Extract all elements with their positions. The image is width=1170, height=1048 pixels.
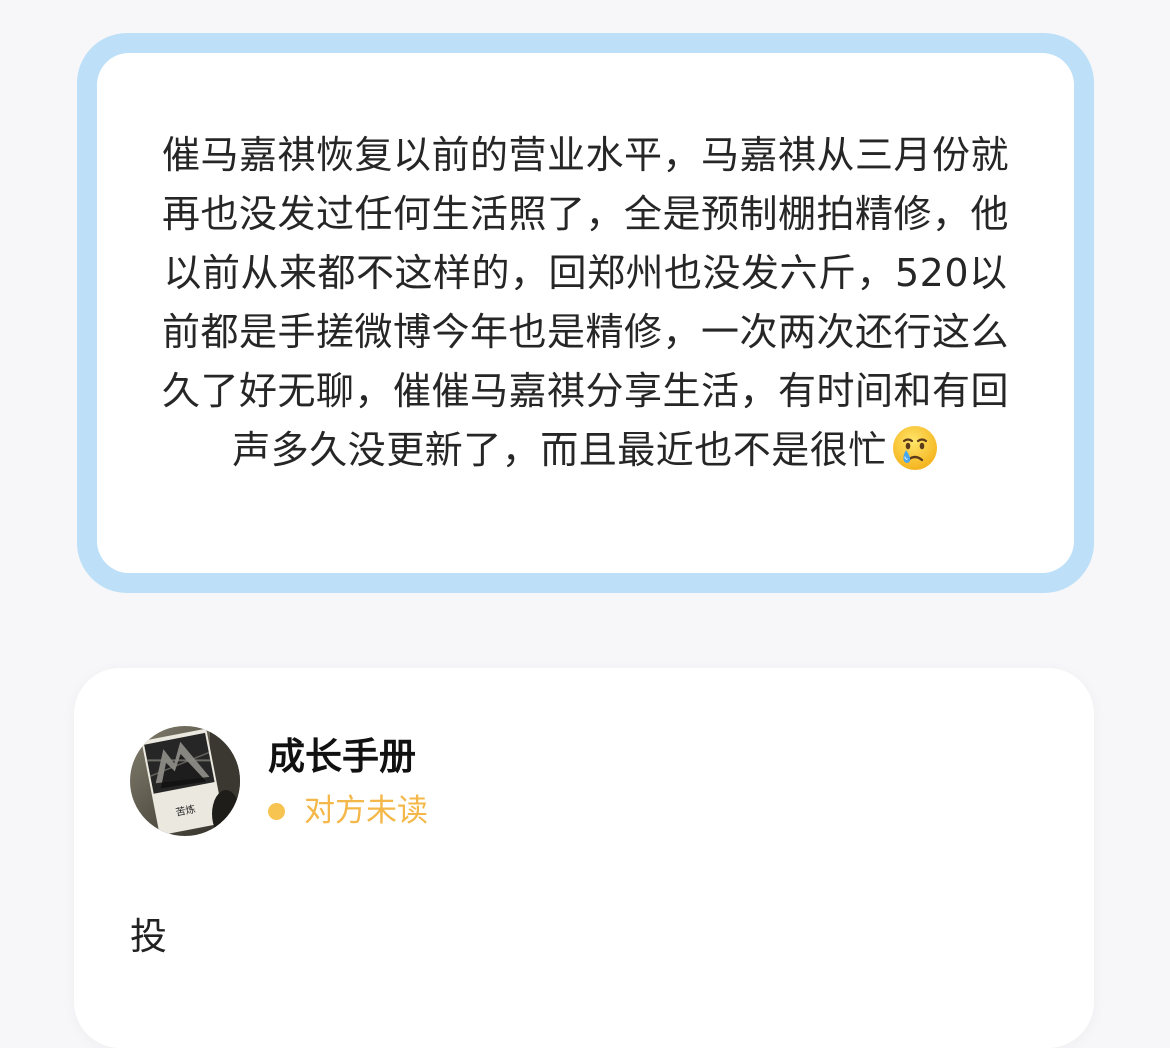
question-message: 催马嘉祺恢复以前的营业水平，马嘉祺从三月份就再也没发过任何生活照了，全是预制棚拍… <box>159 126 1012 480</box>
status-dot-icon <box>268 802 285 820</box>
crying-face-with-tear-icon <box>891 424 939 472</box>
reply-card: 苦炼 成长手册 对方未读 投 <box>74 668 1094 1048</box>
status-label: 对方未读 <box>304 793 428 829</box>
user-avatar[interactable]: 苦炼 <box>130 726 240 836</box>
reply-text: 投 <box>130 915 167 958</box>
question-text: 催马嘉祺恢复以前的营业水平，马嘉祺从三月份就再也没发过任何生活照了，全是预制棚拍… <box>161 133 1009 472</box>
username[interactable]: 成长手册 <box>268 732 416 782</box>
book-cover-avatar-icon: 苦炼 <box>130 726 240 836</box>
question-card: 催马嘉祺恢复以前的营业水平，马嘉祺从三月份就再也没发过任何生活照了，全是预制棚拍… <box>77 33 1094 593</box>
question-body: 催马嘉祺恢复以前的营业水平，马嘉祺从三月份就再也没发过任何生活照了，全是预制棚拍… <box>97 53 1074 573</box>
read-status: 对方未读 <box>268 790 428 832</box>
